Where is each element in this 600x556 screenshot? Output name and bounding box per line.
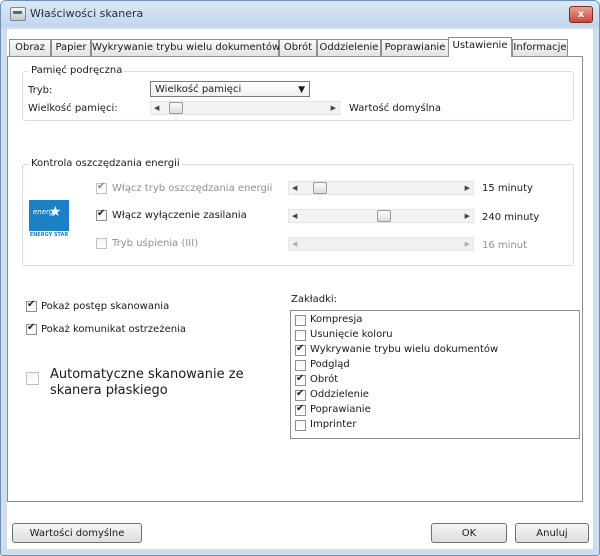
arrow-left-icon[interactable]: ◀ — [292, 210, 297, 222]
bookmark-checkbox[interactable] — [295, 373, 306, 386]
list-item-label: Usunięcie koloru — [310, 329, 393, 340]
power-saving-label: Włącz tryb oszczędzania energii — [112, 183, 273, 194]
dialog-client: Obraz Papier Wykrywanie trybu wielu doku… — [7, 29, 593, 549]
slider-thumb[interactable] — [169, 102, 183, 114]
sleep-mode-slider[interactable]: ◀ ▶ — [288, 237, 474, 251]
ok-button[interactable]: OK — [431, 523, 507, 543]
list-item-label: Kompresja — [310, 314, 363, 325]
memory-size-slider[interactable]: ◀ ▶ — [150, 101, 340, 115]
power-saving-value: 15 minuty — [482, 183, 533, 194]
chevron-down-icon: ▼ — [298, 85, 305, 95]
memory-size-label: Wielkość pamięci: — [28, 103, 118, 114]
defaults-button[interactable]: Wartości domyślne — [12, 523, 142, 543]
show-warning-label: Pokaż komunikat ostrzeżenia — [41, 324, 186, 335]
cache-group-label: Pamięć podręczna — [29, 65, 125, 76]
list-item-label: Imprinter — [310, 419, 357, 430]
tab-obrot[interactable]: Obrót — [279, 39, 317, 56]
close-button[interactable]: x — [569, 6, 593, 23]
power-off-label: Włącz wyłączenie zasilania — [112, 210, 247, 221]
tab-oddzielenie[interactable]: Oddzielenie — [317, 39, 381, 56]
show-progress-label: Pokaż postęp skanowania — [41, 301, 170, 312]
mode-select[interactable]: Wielkość pamięci ▼ — [150, 81, 310, 97]
list-item-label: Wykrywanie trybu wielu dokumentów — [310, 344, 499, 355]
list-item-label: Poprawianie — [310, 404, 371, 415]
energy-group-label: Kontrola oszczędzania energii — [29, 158, 182, 169]
power-off-checkbox[interactable] — [96, 208, 107, 221]
arrow-right-icon[interactable]: ▶ — [465, 210, 470, 222]
tab-obraz[interactable]: Obraz — [9, 39, 51, 56]
sleep-mode-label: Tryb uśpienia (III) — [112, 238, 199, 249]
arrow-left-icon[interactable]: ◀ — [154, 102, 159, 114]
bookmark-checkbox[interactable] — [295, 388, 306, 401]
arrow-left-icon[interactable]: ◀ — [292, 182, 297, 194]
bookmark-checkbox[interactable] — [295, 315, 306, 326]
auto-flatbed-checkbox[interactable] — [26, 372, 39, 385]
auto-flatbed-label: Automatyczne skanowanie ze skanera płask… — [50, 367, 244, 398]
power-saving-checkbox[interactable] — [96, 181, 107, 194]
bookmark-checkbox[interactable] — [295, 330, 306, 341]
list-item-label: Oddzielenie — [310, 389, 369, 400]
arrow-right-icon[interactable]: ▶ — [465, 238, 470, 250]
energy-logo-caption: ENERGY STAR — [29, 231, 69, 240]
tab-informacje[interactable]: Informacje — [512, 39, 568, 56]
window-title: Właściwości skanera — [30, 7, 144, 20]
slider-thumb[interactable] — [313, 182, 327, 194]
slider-thumb[interactable] — [377, 210, 391, 222]
tab-strip: Obraz Papier Wykrywanie trybu wielu doku… — [7, 37, 593, 57]
list-item-label: Obrót — [310, 374, 339, 385]
bookmark-checkbox[interactable] — [295, 343, 306, 356]
scanner-properties-window: Właściwości skanera x Obraz Papier Wykry… — [0, 0, 600, 556]
show-progress-checkbox[interactable] — [26, 299, 37, 312]
mode-label: Tryb: — [28, 85, 53, 96]
power-off-value: 240 minuty — [482, 212, 540, 223]
mode-select-value: Wielkość pamięci — [155, 84, 242, 95]
sleep-mode-value: 16 minut — [482, 240, 528, 251]
energy-star-logo: energy ★ ENERGY STAR — [29, 200, 69, 240]
settings-panel: Pamięć podręczna Tryb: Wielkość pamięci … — [7, 56, 583, 502]
arrow-right-icon[interactable]: ▶ — [465, 182, 470, 194]
memory-size-value: Wartość domyślna — [349, 103, 441, 114]
sleep-mode-checkbox[interactable] — [96, 238, 107, 249]
power-off-slider[interactable]: ◀ ▶ — [288, 209, 474, 223]
bookmarks-label: Zakładki: — [291, 294, 338, 305]
arrow-left-icon[interactable]: ◀ — [292, 238, 297, 250]
scanner-icon — [10, 7, 26, 21]
cancel-button[interactable]: Anuluj — [515, 523, 589, 543]
title-bar[interactable]: Właściwości skanera x — [1, 1, 599, 27]
arrow-right-icon[interactable]: ▶ — [331, 102, 336, 114]
tab-multifeed[interactable]: Wykrywanie trybu wielu dokumentów — [91, 39, 280, 56]
list-item-label: Podgląd — [310, 359, 350, 370]
tab-ustawienie[interactable]: Ustawienie — [448, 37, 512, 57]
star-icon: ★ — [49, 204, 62, 220]
bookmark-checkbox[interactable] — [295, 403, 306, 416]
bookmarks-list[interactable]: Kompresja Usunięcie koloru Wykrywanie tr… — [290, 310, 580, 439]
tab-poprawianie[interactable]: Poprawianie — [381, 39, 449, 56]
power-saving-slider[interactable]: ◀ ▶ — [288, 181, 474, 195]
bookmark-checkbox[interactable] — [295, 360, 306, 371]
bookmark-checkbox[interactable] — [295, 420, 306, 431]
tab-papier[interactable]: Papier — [51, 39, 91, 56]
show-warning-checkbox[interactable] — [26, 322, 37, 335]
